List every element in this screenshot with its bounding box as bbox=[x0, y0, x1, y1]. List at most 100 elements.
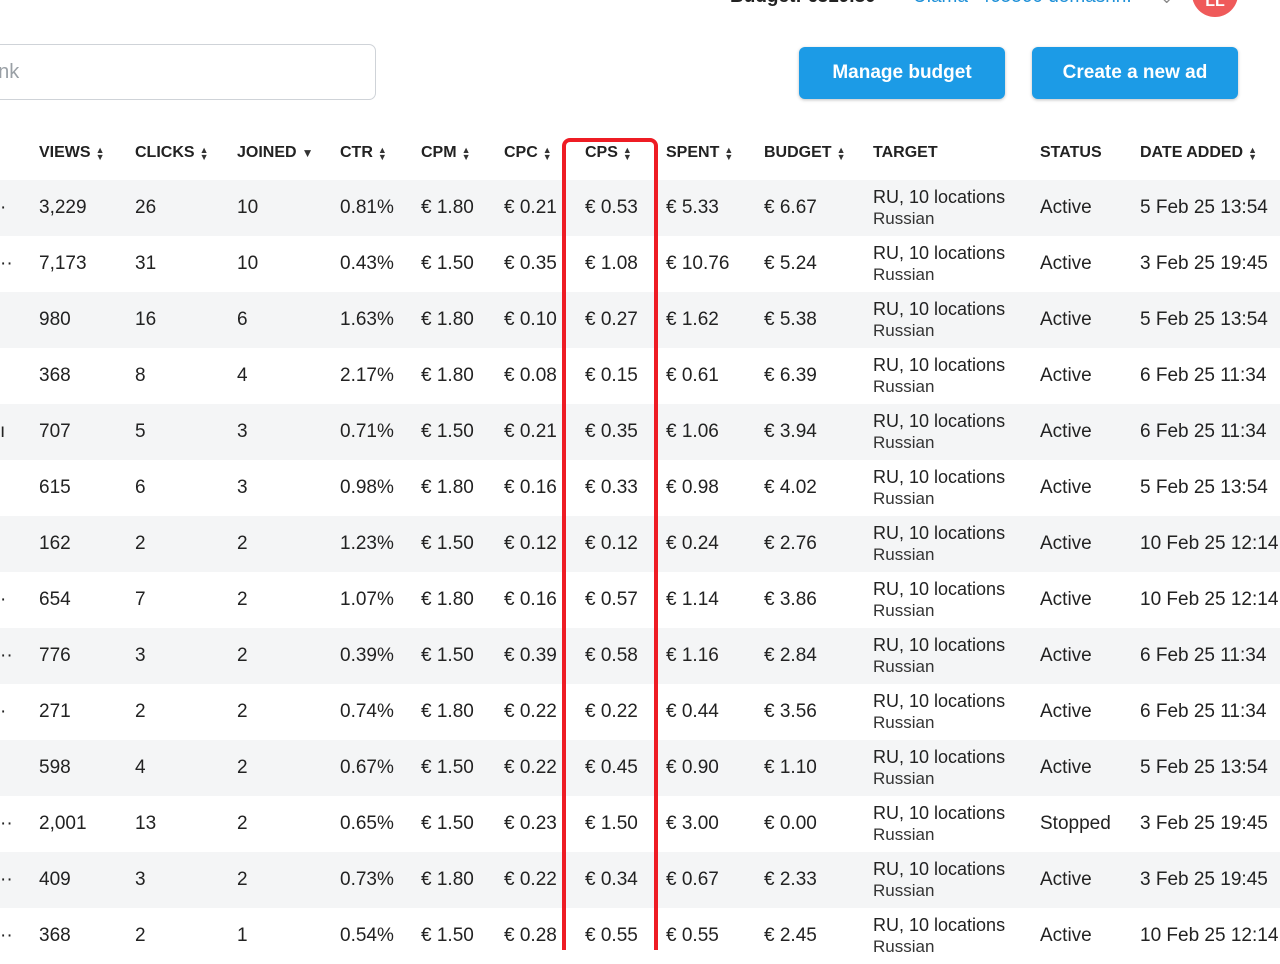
column-header-joined[interactable]: JOINED ▼ bbox=[237, 125, 340, 180]
manage-budget-button[interactable]: Manage budget bbox=[799, 47, 1005, 99]
cell-budget[interactable]: € 6.67 bbox=[764, 180, 873, 236]
cell-status[interactable]: Active bbox=[1040, 684, 1140, 740]
sort-both-icon[interactable]: ▲ ▼ bbox=[462, 145, 471, 161]
cell-cps: € 0.15 bbox=[585, 348, 666, 404]
column-header-spent[interactable]: SPENT ▲ ▼ bbox=[666, 125, 764, 180]
column-header-budget[interactable]: BUDGET ▲ ▼ bbox=[764, 125, 873, 180]
cell-cpm[interactable]: € 1.80 bbox=[421, 684, 504, 740]
cell-budget[interactable]: € 5.24 bbox=[764, 236, 873, 292]
cell-budget[interactable]: € 2.45 bbox=[764, 908, 873, 964]
table-row[interactable]: · 654 7 2 1.07% € 1.80 € 0.16 € 0.57 € 1.14 € 3.8… bbox=[0, 572, 1280, 628]
table-row[interactable]: ·· 7,173 31 10 0.43% € 1.50 € 0.35 € 1.08 € 10.7… bbox=[0, 236, 1280, 292]
account-selector[interactable]: Ulama -465560 domashn. bbox=[913, 0, 1132, 8]
cell-joined: 2 bbox=[237, 516, 340, 572]
sort-both-icon[interactable]: ▲ ▼ bbox=[200, 145, 209, 161]
cell-status[interactable]: Active bbox=[1040, 404, 1140, 460]
sort-both-icon[interactable]: ▲ ▼ bbox=[837, 145, 846, 161]
table-row[interactable]: 368 8 4 2.17% € 1.80 € 0.08 € 0.15 € 0.61 € 6.39… bbox=[0, 348, 1280, 404]
cell-budget[interactable]: € 1.10 bbox=[764, 740, 873, 796]
cell-cpm[interactable]: € 1.80 bbox=[421, 292, 504, 348]
cell-status[interactable]: Active bbox=[1040, 852, 1140, 908]
table-row[interactable]: ı 707 5 3 0.71% € 1.50 € 0.21 € 0.35 € 1.06 € 3.9… bbox=[0, 404, 1280, 460]
cell-status[interactable]: Active bbox=[1040, 628, 1140, 684]
cell-status[interactable]: Active bbox=[1040, 740, 1140, 796]
column-header-views[interactable]: VIEWS ▲ ▼ bbox=[39, 125, 135, 180]
cell-budget[interactable]: € 6.39 bbox=[764, 348, 873, 404]
cell-cpm[interactable]: € 1.80 bbox=[421, 852, 504, 908]
cell-budget[interactable]: € 4.02 bbox=[764, 460, 873, 516]
cell-target: RU, 10 locations Russian bbox=[873, 292, 1040, 348]
cell-spent: € 1.16 bbox=[666, 628, 764, 684]
cell-date: 5 Feb 25 13:54 bbox=[1140, 460, 1280, 516]
sort-both-icon[interactable]: ▲ ▼ bbox=[543, 145, 552, 161]
column-header-cpc[interactable]: CPC ▲ ▼ bbox=[504, 125, 585, 180]
cell-cpm[interactable]: € 1.80 bbox=[421, 180, 504, 236]
sort-both-icon[interactable]: ▲ ▼ bbox=[724, 145, 733, 161]
cell-cpm[interactable]: € 1.50 bbox=[421, 516, 504, 572]
cell-cpm[interactable]: € 1.80 bbox=[421, 460, 504, 516]
cell-budget[interactable]: € 3.86 bbox=[764, 572, 873, 628]
cell-budget[interactable]: € 5.38 bbox=[764, 292, 873, 348]
cell-status[interactable]: Active bbox=[1040, 180, 1140, 236]
cell-status[interactable]: Active bbox=[1040, 908, 1140, 964]
target-language: Russian bbox=[873, 265, 935, 284]
table-row[interactable]: · 3,229 26 10 0.81% € 1.80 € 0.21 € 0.53 € 5.33 €… bbox=[0, 180, 1280, 236]
table-row[interactable]: · 271 2 2 0.74% € 1.80 € 0.22 € 0.22 € 0.44 € 3.5… bbox=[0, 684, 1280, 740]
table-row[interactable]: 598 4 2 0.67% € 1.50 € 0.22 € 0.45 € 0.90 € 1.10… bbox=[0, 740, 1280, 796]
table-row[interactable]: ·· 368 2 1 0.54% € 1.50 € 0.28 € 0.55 € 0.55 € 2.… bbox=[0, 908, 1280, 964]
target-locations: RU, 10 locations bbox=[873, 467, 1006, 487]
column-header-cpm[interactable]: CPM ▲ ▼ bbox=[421, 125, 504, 180]
cell-clicks: 4 bbox=[135, 740, 237, 796]
sort-both-icon[interactable]: ▲ ▼ bbox=[623, 145, 632, 161]
cell-clicks: 26 bbox=[135, 180, 237, 236]
cell-cpm[interactable]: € 1.50 bbox=[421, 908, 504, 964]
cell-status[interactable]: Stopped bbox=[1040, 796, 1140, 852]
table-row[interactable]: ·· 409 3 2 0.73% € 1.80 € 0.22 € 0.34 € 0.67 € 2.… bbox=[0, 852, 1280, 908]
budget-summary: Budget: €319.80 bbox=[730, 0, 876, 8]
cell-budget[interactable]: € 2.84 bbox=[764, 628, 873, 684]
table-row[interactable]: ·· 2,001 13 2 0.65% € 1.50 € 0.23 € 1.50 € 3.00 €… bbox=[0, 796, 1280, 852]
cell-status[interactable]: Active bbox=[1040, 236, 1140, 292]
cell-target: RU, 10 locations Russian bbox=[873, 348, 1040, 404]
cell-budget[interactable]: € 3.56 bbox=[764, 684, 873, 740]
cell-budget[interactable]: € 3.94 bbox=[764, 404, 873, 460]
cell-cpm[interactable]: € 1.50 bbox=[421, 404, 504, 460]
sort-both-icon[interactable]: ▲ ▼ bbox=[1248, 145, 1257, 161]
cell-cpm[interactable]: € 1.50 bbox=[421, 628, 504, 684]
cell-budget[interactable]: € 2.33 bbox=[764, 852, 873, 908]
chevron-down-icon[interactable]: ⌄ bbox=[1160, 0, 1173, 8]
cell-status[interactable]: Active bbox=[1040, 460, 1140, 516]
cell-status[interactable]: Active bbox=[1040, 516, 1140, 572]
cell-cpm[interactable]: € 1.50 bbox=[421, 796, 504, 852]
cell-spent: € 5.33 bbox=[666, 180, 764, 236]
cell-cut: ·· bbox=[0, 236, 39, 292]
avatar[interactable]: LL bbox=[1192, 0, 1238, 17]
cell-status[interactable]: Active bbox=[1040, 348, 1140, 404]
column-header-ctr[interactable]: CTR ▲ ▼ bbox=[340, 125, 421, 180]
sort-both-icon[interactable]: ▲ ▼ bbox=[96, 145, 105, 161]
cell-status[interactable]: Active bbox=[1040, 572, 1140, 628]
cell-status[interactable]: Active bbox=[1040, 292, 1140, 348]
table-row[interactable]: ·· 776 3 2 0.39% € 1.50 € 0.39 € 0.58 € 1.16 € 2.… bbox=[0, 628, 1280, 684]
sort-desc-icon[interactable]: ▼ bbox=[302, 146, 314, 160]
table-row[interactable]: 980 16 6 1.63% € 1.80 € 0.10 € 0.27 € 1.62 € 5.3… bbox=[0, 292, 1280, 348]
search-input[interactable] bbox=[0, 45, 361, 99]
target-language: Russian bbox=[873, 377, 935, 396]
cell-budget[interactable]: € 0.00 bbox=[764, 796, 873, 852]
column-header-date-added[interactable]: DATE ADDED ▲ ▼ bbox=[1140, 125, 1280, 180]
cell-spent: € 1.62 bbox=[666, 292, 764, 348]
cell-cpm[interactable]: € 1.80 bbox=[421, 348, 504, 404]
search-box[interactable] bbox=[0, 44, 376, 100]
cell-budget[interactable]: € 2.76 bbox=[764, 516, 873, 572]
cell-cpm[interactable]: € 1.50 bbox=[421, 740, 504, 796]
column-header-cps[interactable]: CPS ▲ ▼ bbox=[585, 125, 666, 180]
create-ad-button[interactable]: Create a new ad bbox=[1032, 47, 1238, 99]
table-row[interactable]: 162 2 2 1.23% € 1.50 € 0.12 € 0.12 € 0.24 € 2.76… bbox=[0, 516, 1280, 572]
cell-clicks: 2 bbox=[135, 908, 237, 964]
column-header-clicks[interactable]: CLICKS ▲ ▼ bbox=[135, 125, 237, 180]
cell-cpm[interactable]: € 1.80 bbox=[421, 572, 504, 628]
cell-clicks: 7 bbox=[135, 572, 237, 628]
table-row[interactable]: 615 6 3 0.98% € 1.80 € 0.16 € 0.33 € 0.98 € 4.02… bbox=[0, 460, 1280, 516]
sort-both-icon[interactable]: ▲ ▼ bbox=[378, 145, 387, 161]
cell-cpm[interactable]: € 1.50 bbox=[421, 236, 504, 292]
